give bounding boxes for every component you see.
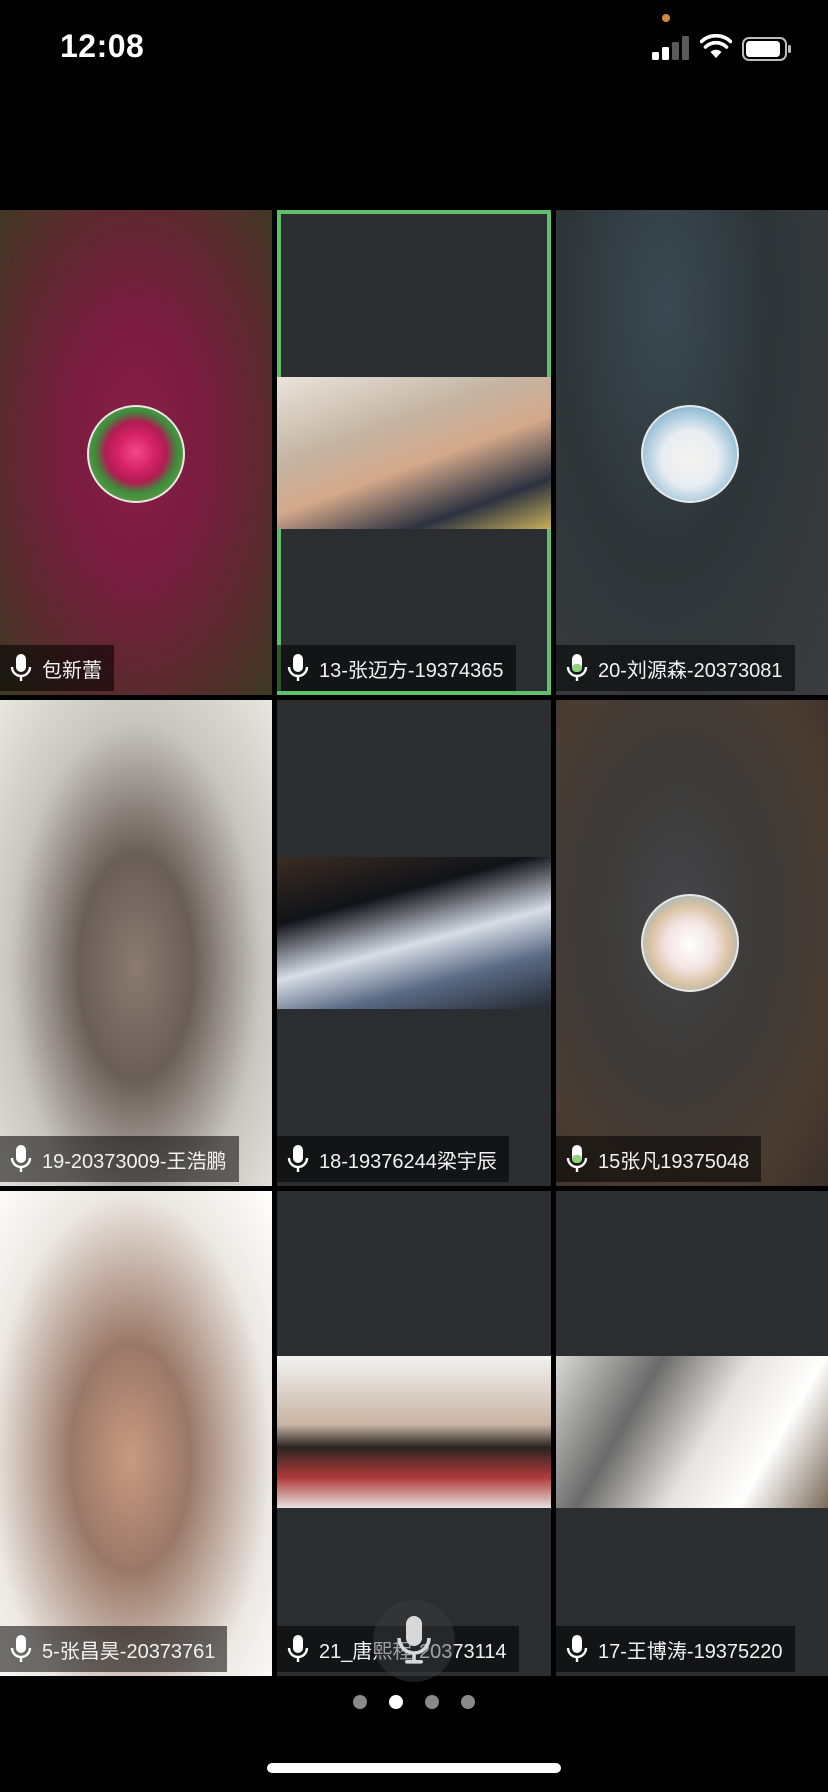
participant-tile[interactable]: 包新蕾 <box>0 210 272 695</box>
participant-name-tag: 17-王博涛-19375220 <box>556 1626 795 1672</box>
anime-girl-avatar <box>641 405 739 503</box>
participant-video <box>0 1191 272 1676</box>
microphone-icon <box>287 654 309 681</box>
page-dot[interactable] <box>353 1695 367 1709</box>
status-time: 12:08 <box>60 28 145 64</box>
participant-name: 17-王博涛-19375220 <box>598 1640 783 1663</box>
participant-video <box>0 700 272 1186</box>
page-dot[interactable] <box>425 1695 439 1709</box>
participant-video <box>277 1356 551 1508</box>
mute-toggle-button[interactable] <box>373 1600 455 1682</box>
participant-tile[interactable]: 20-刘源森-20373081 <box>556 210 828 695</box>
participant-video <box>277 857 551 1009</box>
participant-name-tag: 包新蕾 <box>0 645 114 691</box>
page-indicator[interactable] <box>0 1688 828 1716</box>
participant-tile[interactable]: 15张凡19375048 <box>556 700 828 1186</box>
microphone-icon <box>566 654 588 681</box>
microphone-icon <box>397 1616 431 1664</box>
page-dot[interactable] <box>389 1695 403 1709</box>
anime-cat-avatar <box>641 894 739 992</box>
participant-name-tag: 13-张迈方-19374365 <box>277 645 516 691</box>
microphone-icon <box>287 1145 309 1172</box>
participant-name: 15张凡19375048 <box>598 1150 750 1173</box>
microphone-icon <box>10 654 32 681</box>
participant-name: 19-20373009-王浩鹏 <box>42 1150 227 1173</box>
cellular-signal-icon <box>652 36 690 60</box>
participant-video <box>556 1356 828 1508</box>
participant-grid: 包新蕾 13-张迈方-19374365 20-刘源森-20373081 19-2… <box>0 210 828 1676</box>
participant-name-tag: 19-20373009-王浩鹏 <box>0 1136 239 1182</box>
participant-name: 5-张昌昊-20373761 <box>42 1640 216 1663</box>
status-bar: 12:08 <box>0 0 828 100</box>
flower-avatar <box>87 405 185 503</box>
participant-name: 18-19376244梁宇辰 <box>319 1150 497 1173</box>
participant-name: 13-张迈方-19374365 <box>319 659 504 682</box>
participant-tile[interactable]: 5-张昌昊-20373761 <box>0 1191 272 1676</box>
participant-name: 包新蕾 <box>42 659 102 682</box>
participant-name-tag: 20-刘源森-20373081 <box>556 645 795 691</box>
microphone-icon <box>287 1635 309 1662</box>
participant-name-tag: 5-张昌昊-20373761 <box>0 1626 228 1672</box>
participant-tile[interactable]: 17-王博涛-19375220 <box>556 1191 828 1676</box>
microphone-icon <box>566 1145 588 1172</box>
battery-icon <box>742 37 791 61</box>
page-dot[interactable] <box>461 1695 475 1709</box>
participant-name-tag: 18-19376244梁宇辰 <box>277 1136 509 1182</box>
participant-name: 20-刘源森-20373081 <box>598 659 783 682</box>
home-indicator[interactable] <box>267 1763 561 1773</box>
microphone-icon <box>10 1635 32 1662</box>
participant-tile-active-speaker[interactable]: 13-张迈方-19374365 <box>277 210 551 695</box>
microphone-icon <box>566 1635 588 1662</box>
participant-tile[interactable]: 19-20373009-王浩鹏 <box>0 700 272 1186</box>
participant-video <box>277 377 551 529</box>
camera-in-use-indicator <box>662 14 670 22</box>
participant-name-tag: 15张凡19375048 <box>556 1136 762 1182</box>
microphone-icon <box>10 1145 32 1172</box>
wifi-icon <box>700 34 732 58</box>
participant-tile[interactable]: 18-19376244梁宇辰 <box>277 700 551 1186</box>
